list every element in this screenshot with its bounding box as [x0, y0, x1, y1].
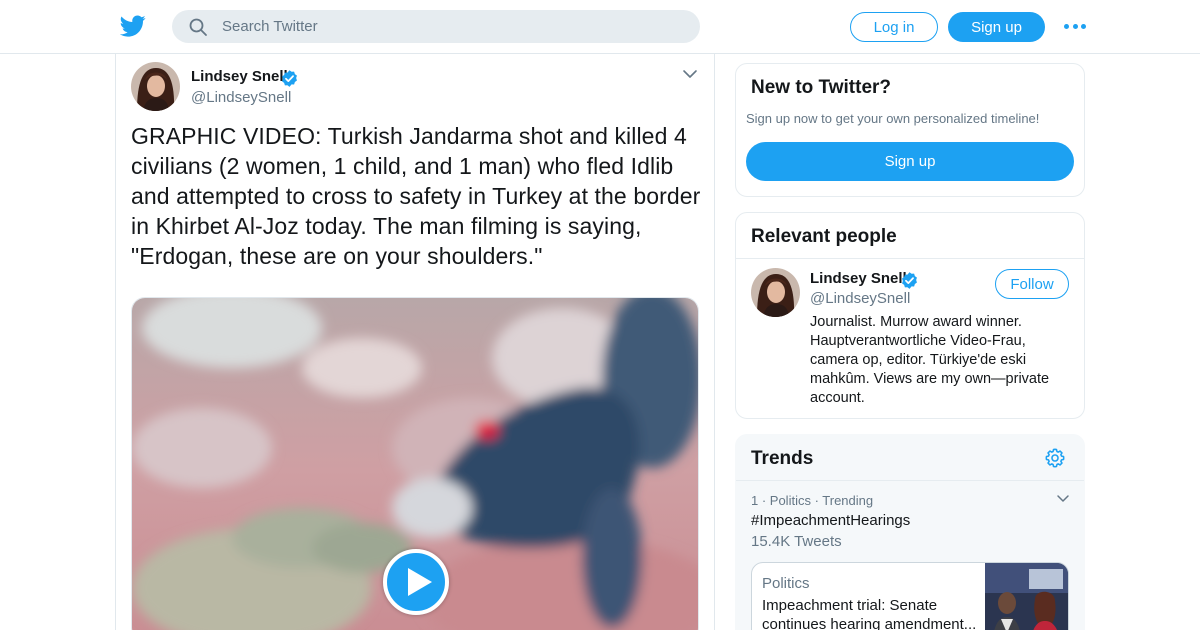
author-name[interactable]: Lindsey Snell: [191, 68, 288, 85]
more-options-icon[interactable]: [1064, 18, 1086, 34]
tweet-text: GRAPHIC VIDEO: Turkish Jandarma shot and…: [131, 123, 701, 269]
relevant-people-card: Relevant people Lindsey Snell @LindseySn…: [735, 212, 1085, 419]
verified-badge-icon: [902, 272, 917, 289]
person-handle[interactable]: @LindseySnell: [810, 290, 910, 307]
card-subtitle: Sign up now to get your own personalized…: [746, 111, 1040, 126]
divider: [736, 258, 1084, 259]
verified-badge-icon: [282, 70, 297, 87]
card-title: Relevant people: [751, 226, 897, 247]
signup-button[interactable]: Sign up: [948, 12, 1045, 42]
news-category: Politics: [762, 575, 810, 592]
signup-card-button[interactable]: Sign up: [746, 142, 1074, 181]
gear-icon[interactable]: [1044, 447, 1066, 469]
play-icon: [408, 568, 432, 596]
tweet-video[interactable]: [131, 297, 699, 630]
trend-hashtag[interactable]: #ImpeachmentHearings: [751, 512, 910, 529]
follow-button[interactable]: Follow: [995, 269, 1069, 299]
chevron-down-icon[interactable]: [682, 68, 698, 80]
trend-tweet-count: 15.4K Tweets: [751, 533, 842, 550]
search-icon: [189, 18, 207, 36]
divider: [736, 480, 1084, 481]
login-button[interactable]: Log in: [850, 12, 938, 42]
trends-card: Trends 1 · Politics · Trending #Impeachm…: [735, 434, 1085, 630]
top-navigation-bar: Log in Sign up: [0, 0, 1200, 54]
search-input[interactable]: [222, 10, 682, 43]
play-button[interactable]: [383, 549, 449, 615]
avatar[interactable]: [751, 268, 800, 317]
avatar[interactable]: [131, 62, 180, 111]
card-title: New to Twitter?: [751, 77, 892, 98]
person-name[interactable]: Lindsey Snell: [810, 270, 907, 287]
news-headline[interactable]: Impeachment trial: Senate continues hear…: [762, 596, 982, 630]
trend-meta: 1 · Politics · Trending: [751, 493, 874, 508]
author-handle[interactable]: @LindseySnell: [191, 89, 291, 106]
chevron-down-icon[interactable]: [1056, 494, 1070, 504]
news-thumbnail: [985, 563, 1068, 630]
new-to-twitter-card: New to Twitter? Sign up now to get your …: [735, 63, 1085, 197]
twitter-bird-icon[interactable]: [120, 13, 146, 39]
search-box[interactable]: [172, 10, 700, 43]
card-title: Trends: [751, 448, 814, 469]
person-bio: Journalist. Murrow award winner. Hauptve…: [810, 314, 1050, 406]
trend-news-card[interactable]: Politics Impeachment trial: Senate conti…: [751, 562, 1069, 630]
tweet-detail: Lindsey Snell @LindseySnell GRAPHIC VIDE…: [115, 54, 715, 630]
